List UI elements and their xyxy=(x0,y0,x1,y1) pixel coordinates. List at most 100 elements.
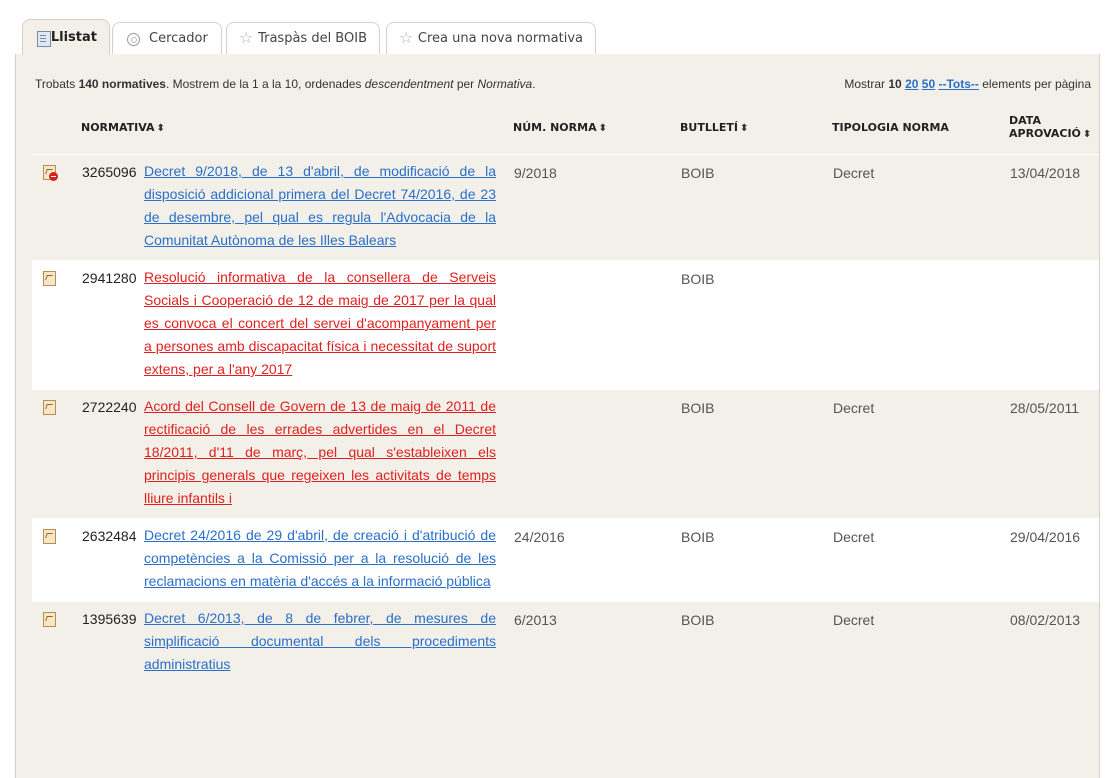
butlleti: BOIB xyxy=(681,165,715,181)
butlleti-cell: BOIB xyxy=(680,154,832,261)
sort-icon[interactable]: ⬍ xyxy=(157,123,165,134)
num-norma-cell xyxy=(513,260,680,390)
tipologia: Decret xyxy=(833,400,875,416)
row-icon-cell xyxy=(32,601,81,684)
perpage-option-all[interactable]: --Tots-- xyxy=(938,77,978,91)
tipologia-cell xyxy=(832,260,1009,390)
table-header: NORMATIVA ⬍ NÚM. NORMA ⬍ BUTLLETÍ ⬍ TIPOLOG… xyxy=(32,114,1099,155)
table-row: 2722240 Acord del Consell de Govern de 13… xyxy=(32,389,1099,519)
page-size-selector: Mostrar 10 20 50 --Tots-- elements per p… xyxy=(844,77,1091,91)
tipologia: Decret xyxy=(833,165,875,181)
table-row: 3265096 Decret 9/2018, de 13 d'abril, de … xyxy=(32,154,1099,261)
normativa-link[interactable]: Decret 6/2013, de 8 de febrer, de mesure… xyxy=(144,610,496,672)
header-icon-col xyxy=(32,114,81,155)
row-icon-cell xyxy=(32,389,81,519)
star-icon: ☆ xyxy=(399,27,414,47)
normativa-cell: 2722240 Acord del Consell de Govern de 13… xyxy=(81,389,513,519)
normativa-link[interactable]: Resolució informativa de la consellera d… xyxy=(144,269,496,377)
document-icon xyxy=(35,30,51,47)
data-cell: 13/04/2018 xyxy=(1009,154,1099,261)
results-count: 140 normatives xyxy=(78,77,166,91)
document-icon[interactable] xyxy=(42,271,56,286)
table-row: 1395639 Decret 6/2013, de 8 de febrer, de… xyxy=(32,601,1099,684)
perpage-option-50[interactable]: 50 xyxy=(922,77,935,91)
normativa-cell: 3265096 Decret 9/2018, de 13 d'abril, de … xyxy=(81,154,513,261)
header-data-aprovacio[interactable]: DATA APROVACIÓ ⬍ xyxy=(1009,114,1099,155)
row-icon-cell xyxy=(32,154,81,261)
star-icon: ☆ xyxy=(239,27,254,47)
tipologia: Decret xyxy=(833,612,875,628)
tab-traspas-boib[interactable]: ☆ Traspàs del BOIB xyxy=(226,22,380,54)
normativa-id: 2722240 xyxy=(82,399,137,415)
summary-text: . xyxy=(532,77,536,91)
header-num-norma[interactable]: NÚM. NORMA ⬍ xyxy=(513,114,680,155)
normatives-table: NORMATIVA ⬍ NÚM. NORMA ⬍ BUTLLETÍ ⬍ TIPOLOG… xyxy=(32,114,1099,684)
butlleti-cell: BOIB xyxy=(680,389,832,519)
perpage-label: Mostrar xyxy=(844,77,889,91)
header-tipologia: TIPOLOGIA NORMA xyxy=(832,114,1009,155)
normativa-cell: 2632484 Decret 24/2016 de 29 d'abril, de … xyxy=(81,518,513,602)
num-norma-cell: 24/2016 xyxy=(513,518,680,602)
normativa-id: 2941280 xyxy=(82,270,137,286)
data-cell xyxy=(1009,260,1099,390)
header-label: BUTLLETÍ xyxy=(680,120,738,134)
tipologia-cell: Decret xyxy=(832,518,1009,602)
table-row: 2941280 Resolució informativa de la conse… xyxy=(32,260,1099,390)
sort-icon[interactable]: ⬍ xyxy=(599,123,607,134)
tab-label: Crea una nova normativa xyxy=(417,31,583,46)
perpage-current: 10 xyxy=(888,77,902,91)
data-cell: 29/04/2016 xyxy=(1009,518,1099,602)
normativa-id: 3265096 xyxy=(82,164,137,180)
data-aprovacio: 28/05/2011 xyxy=(1010,400,1080,416)
num-norma: 9/2018 xyxy=(514,165,557,181)
sort-order: descendentment xyxy=(364,77,454,91)
document-icon[interactable] xyxy=(42,612,56,627)
document-icon[interactable] xyxy=(42,400,56,415)
header-butlleti[interactable]: BUTLLETÍ ⬍ xyxy=(680,114,832,155)
butlleti: BOIB xyxy=(681,271,715,287)
normativa-cell: 1395639 Decret 6/2013, de 8 de febrer, de… xyxy=(81,601,513,684)
data-cell: 28/05/2011 xyxy=(1009,389,1099,519)
perpage-option-20[interactable]: 20 xyxy=(905,77,918,91)
page: Llistat Cercador ☆ Traspàs del BOIB ☆ Cr… xyxy=(0,0,1120,778)
document-icon[interactable] xyxy=(42,529,56,544)
summary-text: Trobats xyxy=(35,77,79,91)
tab-llistat[interactable]: Llistat xyxy=(22,19,110,55)
header-label: TIPOLOGIA NORMA xyxy=(832,120,949,134)
butlleti: BOIB xyxy=(681,529,715,545)
tab-cercador[interactable]: Cercador xyxy=(112,22,222,54)
normativa-link[interactable]: Decret 24/2016 de 29 d'abril, de creació… xyxy=(144,527,496,589)
data-aprovacio: 13/04/2018 xyxy=(1010,165,1081,181)
num-norma-cell: 6/2013 xyxy=(513,601,680,684)
tipologia-cell: Decret xyxy=(832,601,1009,684)
tab-crea-normativa[interactable]: ☆ Crea una nova normativa xyxy=(386,22,596,54)
butlleti: BOIB xyxy=(681,400,715,416)
row-icon-cell xyxy=(32,518,81,602)
tipologia-cell: Decret xyxy=(832,154,1009,261)
results-summary: Trobats 140 normatives. Mostrem de la 1 … xyxy=(35,77,536,91)
header-normativa[interactable]: NORMATIVA ⬍ xyxy=(81,114,513,155)
data-cell: 08/02/2013 xyxy=(1009,601,1099,684)
document-blocked-icon[interactable] xyxy=(42,165,58,181)
sort-icon[interactable]: ⬍ xyxy=(1083,129,1091,140)
normativa-id: 2632484 xyxy=(82,528,137,544)
tab-label: Traspàs del BOIB xyxy=(258,31,367,46)
row-icon-cell xyxy=(32,260,81,390)
normativa-link[interactable]: Acord del Consell de Govern de 13 de mai… xyxy=(144,398,496,506)
num-norma-cell xyxy=(513,389,680,519)
butlleti: BOIB xyxy=(681,612,715,628)
header-label: DATA APROVACIÓ xyxy=(1009,114,1081,140)
header-label: NÚM. NORMA xyxy=(513,120,597,134)
perpage-suffix: elements per pàgina xyxy=(978,77,1091,91)
tab-label: Llistat xyxy=(50,30,97,45)
butlleti-cell: BOIB xyxy=(680,601,832,684)
listing-panel: Trobats 140 normatives. Mostrem de la 1 … xyxy=(15,54,1100,778)
normativa-link[interactable]: Decret 9/2018, de 13 d'abril, de modific… xyxy=(144,163,496,248)
data-aprovacio: 29/04/2016 xyxy=(1010,529,1081,545)
sort-icon[interactable]: ⬍ xyxy=(740,123,748,134)
tab-label: Cercador xyxy=(149,31,208,46)
sort-field: Normativa xyxy=(477,77,533,91)
data-aprovacio: 08/02/2013 xyxy=(1010,612,1081,628)
num-norma: 24/2016 xyxy=(514,529,565,545)
normativa-cell: 2941280 Resolució informativa de la conse… xyxy=(81,260,513,390)
